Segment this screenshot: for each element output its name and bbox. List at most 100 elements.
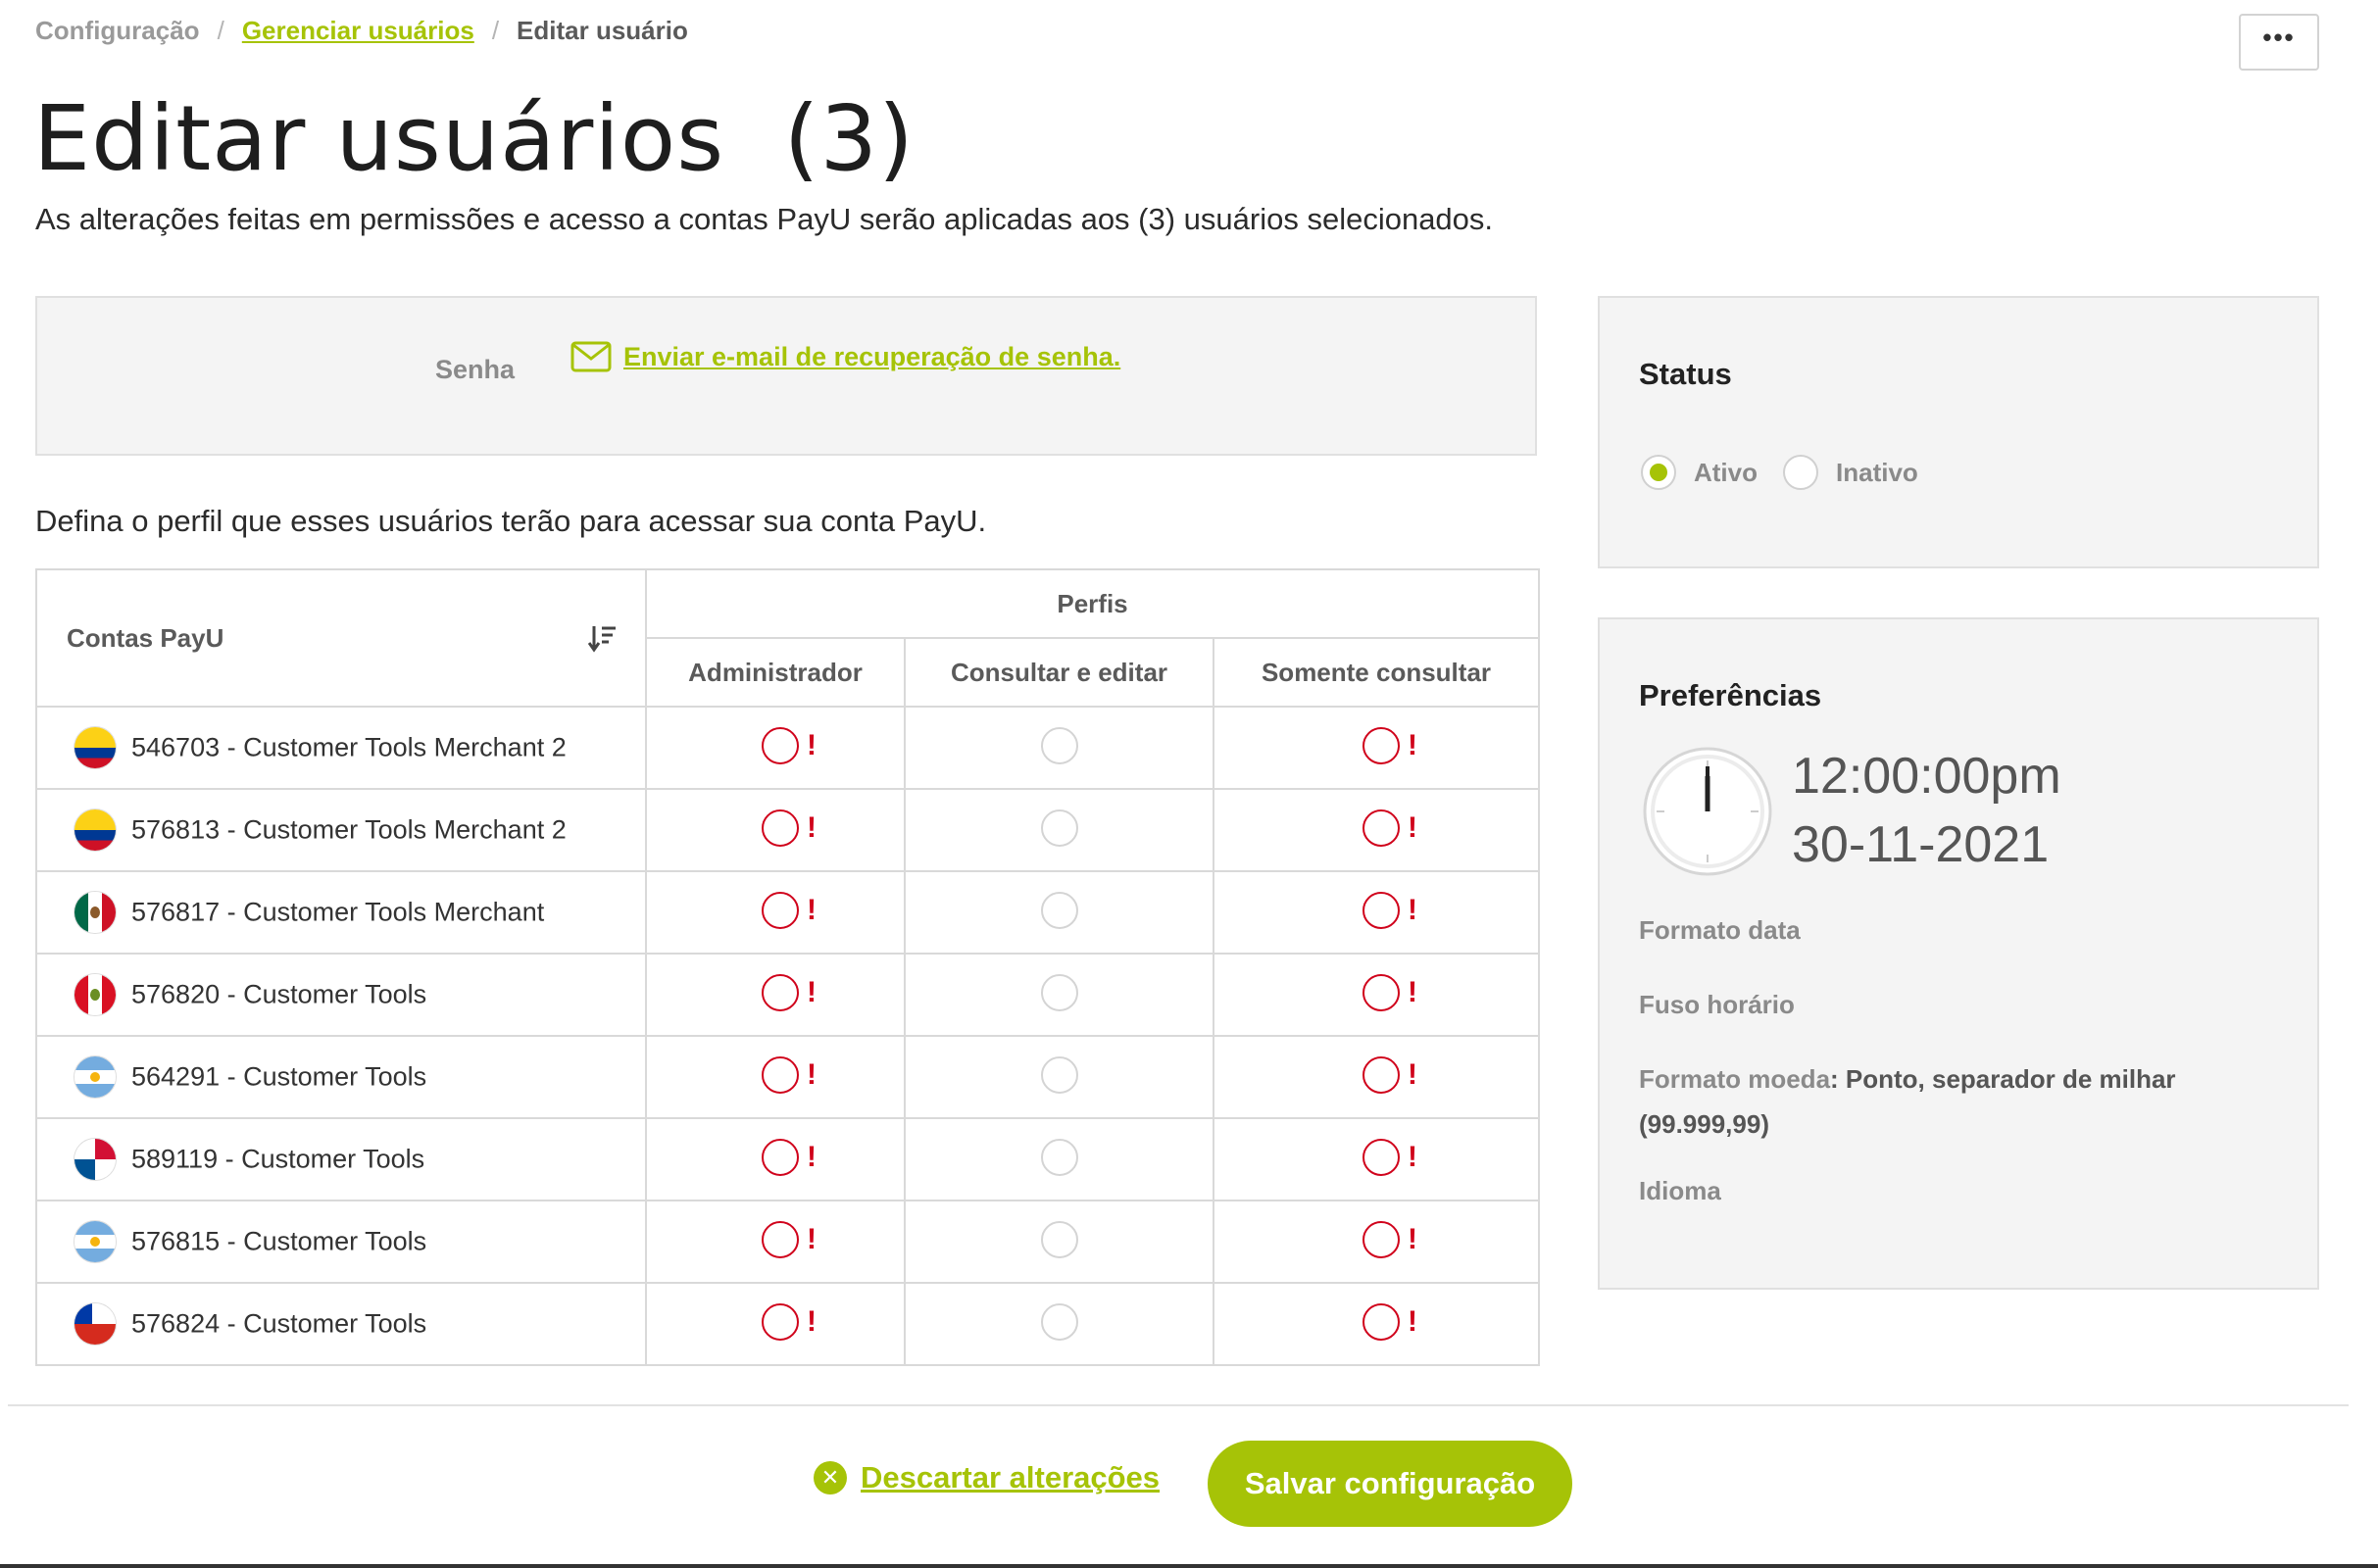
- radio-ring[interactable]: [1362, 973, 1400, 1011]
- error-icon: !: [1408, 1057, 1417, 1091]
- account-cell: 546703 - Customer Tools Merchant 2: [35, 706, 647, 790]
- password-section: Senha Enviar e-mail de recuperação de se…: [35, 296, 1537, 456]
- preferences-date: 30-11-2021: [1792, 816, 2050, 873]
- status-option-label: Inativo: [1836, 457, 1918, 487]
- radio-ring[interactable]: [1362, 808, 1400, 847]
- sort-icon[interactable]: [588, 623, 618, 653]
- role-cell-consultar-editar: [904, 870, 1214, 955]
- account-cell: 576815 - Customer Tools: [35, 1200, 647, 1284]
- role-radio-administrador-error[interactable]: !: [762, 726, 817, 764]
- table-row: 576815 - Customer Tools!!: [35, 1200, 1541, 1284]
- breadcrumb: Configuração / Gerenciar usuários / Edit…: [35, 16, 688, 46]
- breadcrumb-editar-usuario: Editar usuário: [517, 16, 688, 45]
- role-radio-consultar-editar[interactable]: [1040, 973, 1078, 1011]
- role-radio-consultar-editar[interactable]: [1040, 726, 1078, 764]
- radio-ring[interactable]: [762, 1302, 799, 1341]
- accounts-header-label: Contas PayU: [67, 622, 224, 653]
- error-icon: !: [807, 1304, 817, 1338]
- role-radio-administrador-error[interactable]: !: [762, 1302, 817, 1341]
- radio-ring[interactable]: [1362, 1302, 1400, 1341]
- role-radio-somente-consultar-error[interactable]: !: [1362, 891, 1417, 929]
- radio-ring[interactable]: [762, 891, 799, 929]
- preferences-title: Preferências: [1639, 678, 1822, 712]
- bottom-edge: [0, 1564, 2378, 1568]
- account-cell: 576824 - Customer Tools: [35, 1282, 647, 1366]
- role-radio-consultar-editar[interactable]: [1040, 1138, 1078, 1176]
- table-row: 564291 - Customer Tools!!: [35, 1035, 1541, 1119]
- language-label: Idioma: [1639, 1176, 1721, 1205]
- role-header-consultar-editar: Consultar e editar: [904, 637, 1214, 708]
- radio-ring[interactable]: [1362, 1220, 1400, 1258]
- account-name: 576815 - Customer Tools: [131, 1226, 427, 1256]
- peru-flag-icon: [74, 974, 116, 1015]
- error-icon: !: [1408, 728, 1417, 761]
- radio-ring[interactable]: [762, 726, 799, 764]
- more-options-button[interactable]: •••: [2239, 14, 2319, 71]
- accounts-column-header: Contas PayU: [35, 568, 647, 708]
- status-option-ativo[interactable]: Ativo: [1641, 455, 1758, 490]
- radio-ring[interactable]: [762, 973, 799, 1011]
- status-radio-group: Ativo Inativo: [1641, 455, 1944, 490]
- role-cell-consultar-editar: [904, 788, 1214, 872]
- accounts-profiles-table: Contas PayU Perfis Administrador Consult…: [35, 568, 1541, 1366]
- role-radio-consultar-editar[interactable]: [1040, 1302, 1078, 1341]
- account-name: 564291 - Customer Tools: [131, 1061, 427, 1092]
- role-radio-somente-consultar-error[interactable]: !: [1362, 1138, 1417, 1176]
- radio-ring[interactable]: [1362, 891, 1400, 929]
- role-radio-somente-consultar-error[interactable]: !: [1362, 808, 1417, 847]
- account-cell: 576820 - Customer Tools: [35, 953, 647, 1037]
- status-title: Status: [1639, 357, 1732, 391]
- role-cell-administrador: !: [645, 1200, 906, 1284]
- role-radio-somente-consultar-error[interactable]: !: [1362, 973, 1417, 1011]
- radio-ring[interactable]: [762, 808, 799, 847]
- profile-intro: Defina o perfil que esses usuários terão…: [35, 504, 987, 538]
- discard-changes-link[interactable]: ✕ Descartar alterações: [814, 1460, 1160, 1495]
- radio-ring[interactable]: [762, 1055, 799, 1094]
- role-radio-administrador-error[interactable]: !: [762, 1138, 817, 1176]
- error-icon: !: [1408, 1222, 1417, 1255]
- role-radio-administrador-error[interactable]: !: [762, 973, 817, 1011]
- role-cell-administrador: !: [645, 1282, 906, 1366]
- table-row: 546703 - Customer Tools Merchant 2!!: [35, 706, 1541, 790]
- radio-ring[interactable]: [1362, 1138, 1400, 1176]
- radio-ring[interactable]: [1362, 1055, 1400, 1094]
- role-radio-consultar-editar[interactable]: [1040, 1220, 1078, 1258]
- radio-ring[interactable]: [762, 1138, 799, 1176]
- clock-icon: [1643, 747, 1772, 876]
- role-radio-administrador-error[interactable]: !: [762, 1220, 817, 1258]
- account-cell: 564291 - Customer Tools: [35, 1035, 647, 1119]
- account-cell: 589119 - Customer Tools: [35, 1117, 647, 1201]
- error-icon: !: [807, 893, 817, 926]
- role-radio-consultar-editar[interactable]: [1040, 1055, 1078, 1094]
- role-radio-administrador-error[interactable]: !: [762, 808, 817, 847]
- breadcrumb-gerenciar-usuarios[interactable]: Gerenciar usuários: [242, 16, 474, 46]
- role-radio-administrador-error[interactable]: !: [762, 891, 817, 929]
- breadcrumb-configuracao[interactable]: Configuração: [35, 16, 200, 46]
- role-radio-administrador-error[interactable]: !: [762, 1055, 817, 1094]
- close-circle-icon: ✕: [814, 1461, 847, 1494]
- status-option-inativo[interactable]: Inativo: [1783, 455, 1918, 490]
- role-radio-somente-consultar-error[interactable]: !: [1362, 1220, 1417, 1258]
- role-radio-somente-consultar-error[interactable]: !: [1362, 1055, 1417, 1094]
- error-icon: !: [1408, 893, 1417, 926]
- radio-ring[interactable]: [1362, 726, 1400, 764]
- status-radio-inativo[interactable]: [1783, 455, 1818, 490]
- send-recovery-email-link[interactable]: Enviar e-mail de recuperação de senha.: [570, 341, 1120, 372]
- role-radio-somente-consultar-error[interactable]: !: [1362, 726, 1417, 764]
- role-radio-consultar-editar[interactable]: [1040, 891, 1078, 929]
- error-icon: !: [807, 728, 817, 761]
- status-radio-ativo[interactable]: [1641, 455, 1676, 490]
- breadcrumb-separator: /: [217, 16, 224, 45]
- role-cell-consultar-editar: [904, 706, 1214, 790]
- role-cell-somente-consultar: !: [1212, 1200, 1541, 1284]
- account-name: 546703 - Customer Tools Merchant 2: [131, 732, 567, 762]
- role-radio-consultar-editar[interactable]: [1040, 808, 1078, 847]
- error-icon: !: [807, 1140, 817, 1173]
- preferences-card: Preferências 12:00:00pm 30-11-2021 Forma…: [1598, 617, 2319, 1290]
- error-icon: !: [807, 1057, 817, 1091]
- radio-ring[interactable]: [762, 1220, 799, 1258]
- error-icon: !: [807, 975, 817, 1008]
- save-configuration-button[interactable]: Salvar configuração: [1208, 1441, 1572, 1527]
- panama-flag-icon: [74, 1139, 116, 1180]
- role-radio-somente-consultar-error[interactable]: !: [1362, 1302, 1417, 1341]
